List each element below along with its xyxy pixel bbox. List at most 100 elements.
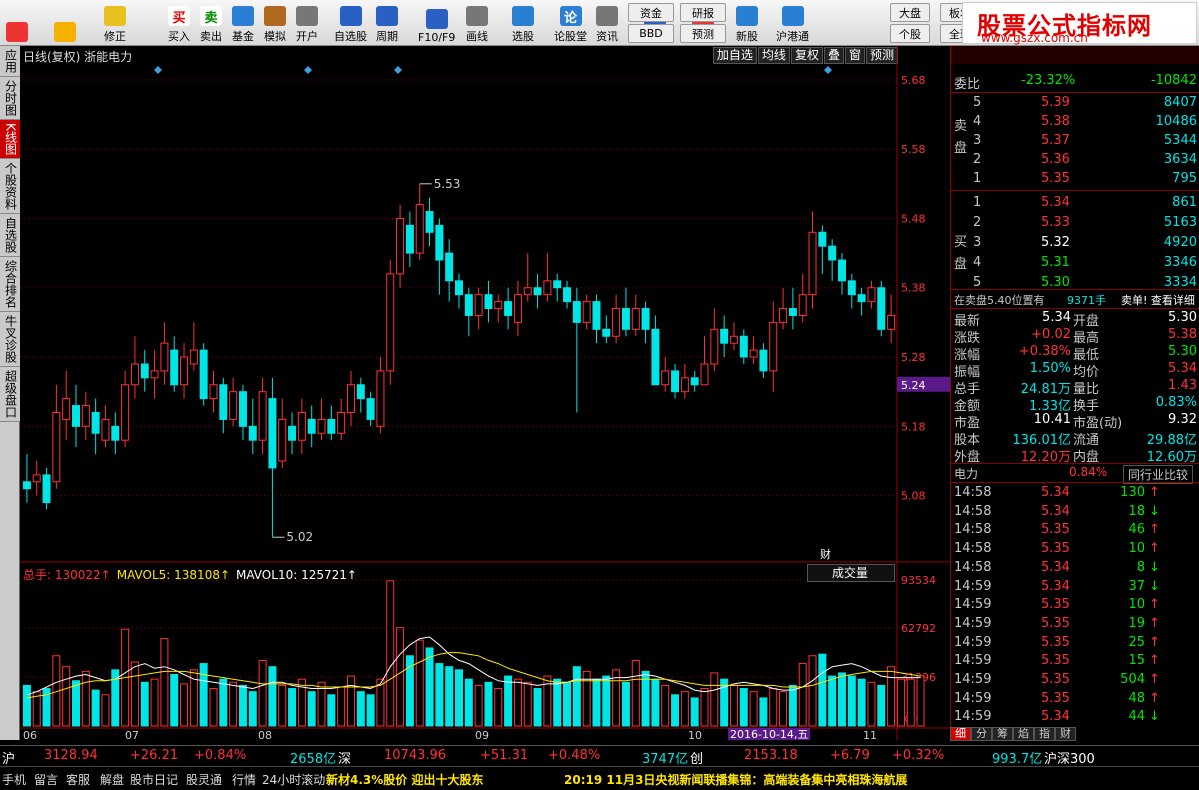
- toolbar-button-windows[interactable]: [6, 2, 28, 44]
- candle-body[interactable]: [621, 308, 630, 330]
- finance-event-icon[interactable]: 财: [820, 547, 831, 561]
- toolbar-button-sell[interactable]: 卖卖出: [200, 2, 222, 44]
- candle-body[interactable]: [641, 308, 650, 330]
- candle-body[interactable]: [219, 384, 228, 420]
- candle-body[interactable]: [464, 294, 473, 316]
- candle-body[interactable]: [690, 377, 699, 386]
- candle-body[interactable]: [435, 224, 444, 261]
- candle-body[interactable]: [199, 349, 208, 400]
- toolbar-button-monitor[interactable]: 选股: [512, 2, 534, 44]
- candle-body[interactable]: [160, 342, 169, 372]
- side-tab-5[interactable]: 综合排名: [0, 256, 20, 312]
- toolbar-button-forum[interactable]: 论论股堂: [554, 2, 587, 44]
- quote-tab-0[interactable]: 细: [950, 727, 971, 741]
- quote-tab-3[interactable]: 焰: [1013, 727, 1034, 741]
- candle-body[interactable]: [396, 217, 405, 275]
- candle-body[interactable]: [52, 411, 61, 483]
- candle-body[interactable]: [386, 273, 395, 372]
- news-ticker-2[interactable]: 20:19 11月3日央视新闻联播集锦：高端装备集中亮相珠海航展: [564, 771, 907, 788]
- candle-body[interactable]: [238, 391, 247, 427]
- candle-body[interactable]: [121, 384, 130, 441]
- candle-body[interactable]: [523, 287, 532, 296]
- candle-body[interactable]: [307, 418, 316, 434]
- candle-body[interactable]: [474, 294, 483, 316]
- event-diamond-icon[interactable]: [824, 66, 832, 74]
- status-item-4[interactable]: 股市日记: [130, 771, 178, 788]
- quote-tab-1[interactable]: 分: [971, 727, 992, 741]
- event-diamond-icon[interactable]: [154, 66, 162, 74]
- toolbar-button-sse-hk[interactable]: 沪港通: [776, 2, 809, 44]
- toolbar-button-info[interactable]: 资讯: [596, 2, 618, 44]
- candle-body[interactable]: [278, 418, 287, 462]
- event-diamond-icon[interactable]: [394, 66, 402, 74]
- candle-body[interactable]: [779, 308, 788, 323]
- side-tab-6[interactable]: 牛叉诊股: [0, 311, 20, 367]
- candle-body[interactable]: [857, 294, 866, 303]
- candle-body[interactable]: [111, 425, 120, 441]
- candle-body[interactable]: [22, 481, 31, 490]
- candle-body[interactable]: [749, 349, 758, 358]
- candle-body[interactable]: [356, 384, 365, 400]
- candle-body[interactable]: [592, 301, 601, 330]
- event-diamond-icon[interactable]: [304, 66, 312, 74]
- candle-body[interactable]: [72, 405, 81, 427]
- candle-body[interactable]: [828, 245, 837, 261]
- candle-body[interactable]: [248, 425, 257, 441]
- candle-body[interactable]: [661, 370, 670, 386]
- candle-body[interactable]: [42, 474, 51, 504]
- candle-body[interactable]: [445, 252, 454, 282]
- candle-body[interactable]: [150, 370, 159, 379]
- candle-body[interactable]: [101, 418, 110, 441]
- toolbar-small-button[interactable]: 研报: [680, 3, 726, 22]
- candle-body[interactable]: [582, 301, 591, 323]
- toolbar-small-button[interactable]: 预测: [680, 24, 726, 43]
- status-item-3[interactable]: 解盘: [100, 771, 124, 788]
- toolbar-button-buy[interactable]: 买买入: [168, 2, 190, 44]
- candle-body[interactable]: [710, 328, 719, 365]
- candle-body[interactable]: [847, 280, 856, 296]
- candle-body[interactable]: [81, 405, 90, 427]
- candle-body[interactable]: [729, 335, 738, 344]
- candle-body[interactable]: [317, 418, 326, 434]
- quote-tab-4[interactable]: 指: [1034, 727, 1055, 741]
- candle-body[interactable]: [32, 474, 41, 483]
- candle-body[interactable]: [808, 231, 817, 296]
- candle-body[interactable]: [837, 259, 846, 282]
- candle-body[interactable]: [887, 314, 896, 330]
- candle-body[interactable]: [513, 294, 522, 323]
- candle-body[interactable]: [297, 411, 306, 441]
- quote-tab-5[interactable]: 财: [1055, 727, 1076, 741]
- side-tab-2[interactable]: K线图: [0, 120, 20, 159]
- candle-body[interactable]: [180, 356, 189, 386]
- candle-body[interactable]: [631, 308, 640, 330]
- toolbar-button-refresh[interactable]: 修正: [104, 2, 126, 44]
- toolbar-button-f10[interactable]: F10/F9: [418, 2, 455, 44]
- candle-body[interactable]: [877, 287, 886, 330]
- candle-body[interactable]: [769, 321, 778, 372]
- candle-body[interactable]: [327, 418, 336, 434]
- candle-body[interactable]: [572, 301, 581, 323]
- candle-body[interactable]: [818, 231, 827, 247]
- side-tab-7[interactable]: 超级盘口: [0, 366, 20, 422]
- news-ticker-1[interactable]: 新材4.3%股价 迎出十大股东: [326, 771, 483, 788]
- toolbar-small-button[interactable]: 个股: [890, 24, 930, 43]
- candle-body[interactable]: [346, 384, 355, 413]
- side-tab-0[interactable]: 应用: [0, 46, 20, 77]
- side-tab-4[interactable]: 自选股: [0, 213, 20, 257]
- toolbar-button-clock[interactable]: 周期: [376, 2, 398, 44]
- toolbar-small-button[interactable]: BBD: [628, 24, 674, 43]
- candle-body[interactable]: [455, 280, 463, 296]
- big-order-detail-link[interactable]: 卖单! 查看详细: [1121, 292, 1195, 308]
- candle-body[interactable]: [543, 280, 552, 296]
- candle-body[interactable]: [288, 425, 297, 441]
- candle-body[interactable]: [671, 370, 680, 393]
- candle-body[interactable]: [680, 377, 689, 393]
- candle-body[interactable]: [229, 391, 238, 420]
- toolbar-button-lock[interactable]: 开户: [296, 2, 318, 44]
- candle-body[interactable]: [700, 363, 709, 386]
- candle-body[interactable]: [867, 287, 876, 303]
- candle-body[interactable]: [759, 349, 768, 372]
- candle-body[interactable]: [170, 349, 179, 386]
- candle-body[interactable]: [268, 398, 277, 469]
- candle-body[interactable]: [720, 328, 729, 344]
